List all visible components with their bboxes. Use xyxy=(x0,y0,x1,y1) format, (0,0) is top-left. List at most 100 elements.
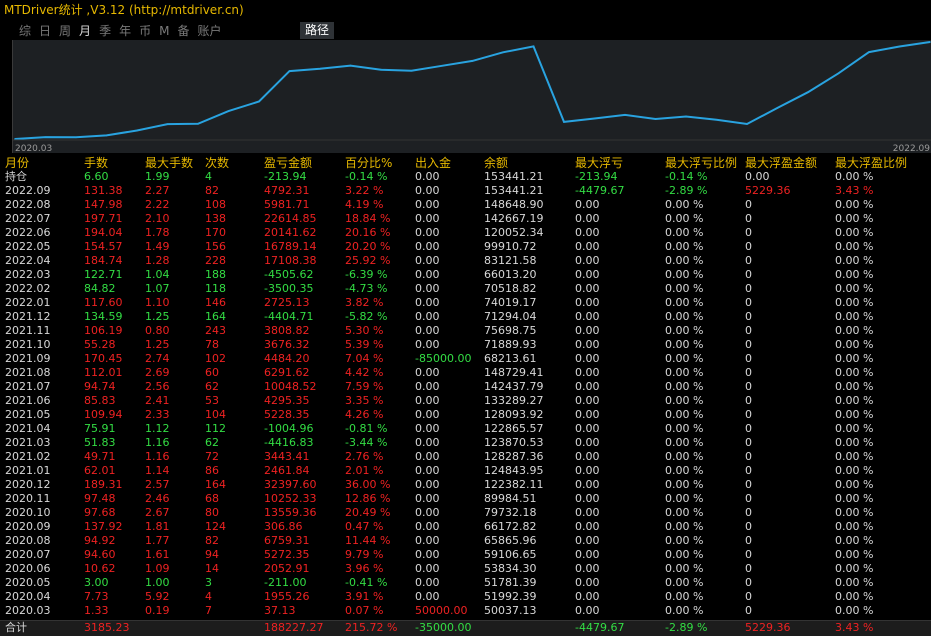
row-20-cell-1: 49.71 xyxy=(84,450,116,463)
table-row[interactable]: 2021.05 109.94 2.33 104 5228.35 4.26 % 0.00 128… xyxy=(0,408,931,422)
table-body: 持仓 6.60 1.99 4 -213.94 -0.14 % 0.00 153441.21 -2… xyxy=(0,170,931,618)
table-header: 月份 手数 最大手数 次数 盈亏金额 百分比% 出入金 余额 最大浮亏 最大浮亏比例 最大浮盈金额 最… xyxy=(0,156,931,170)
row-20-cell-8: 0.00 xyxy=(575,450,600,463)
row-22-cell-7: 122382.11 xyxy=(484,478,544,491)
table-row[interactable]: 2022.08 147.98 2.22 108 5981.71 4.19 % 0.00 148… xyxy=(0,198,931,212)
row-4-cell-1: 194.04 xyxy=(84,226,123,239)
period-tab-0[interactable]: 综 xyxy=(15,22,35,40)
table-row[interactable]: 2020.10 97.68 2.67 80 13559.36 20.49 % 0.00 797… xyxy=(0,506,931,520)
row-28-cell-0: 2020.06 xyxy=(5,562,51,575)
period-tab-9[interactable]: 账户 xyxy=(193,22,225,40)
row-15-cell-1: 94.74 xyxy=(84,380,116,393)
row-18-cell-7: 122865.57 xyxy=(484,422,544,435)
table-row[interactable]: 2020.06 10.62 1.09 14 2052.91 3.96 % 0.00 53834… xyxy=(0,562,931,576)
period-tab-3[interactable]: 月 xyxy=(75,22,95,40)
period-tab-7[interactable]: M xyxy=(155,22,173,40)
row-22-cell-10: 0 xyxy=(745,478,752,491)
table-row[interactable]: 2021.07 94.74 2.56 62 10048.52 7.59 % 0.00 1424… xyxy=(0,380,931,394)
table-row[interactable]: 2020.04 7.73 5.92 4 1955.26 3.91 % 0.00 51992.3… xyxy=(0,590,931,604)
row-1-cell-6: 0.00 xyxy=(415,184,440,197)
period-tab-1[interactable]: 日 xyxy=(35,22,55,40)
row-26-cell-4: 6759.31 xyxy=(264,534,310,547)
row-11-cell-10: 0 xyxy=(745,324,752,337)
table-row[interactable]: 2022.01 117.60 1.10 146 2725.13 3.82 % 0.00 740… xyxy=(0,296,931,310)
total-cell-1: 3185.23 xyxy=(84,621,130,634)
row-17-cell-11: 0.00 % xyxy=(835,408,874,421)
table-row[interactable]: 2021.11 106.19 0.80 243 3808.82 5.30 % 0.00 756… xyxy=(0,324,931,338)
table-row[interactable]: 2020.12 189.31 2.57 164 32397.60 36.00 % 0.00 1… xyxy=(0,478,931,492)
table-row[interactable]: 2020.11 97.48 2.46 68 10252.33 12.86 % 0.00 899… xyxy=(0,492,931,506)
header-cell-8: 最大浮亏 xyxy=(575,156,624,170)
row-9-cell-7: 74019.17 xyxy=(484,296,537,309)
row-31-cell-0: 2020.03 xyxy=(5,604,51,617)
table-row[interactable]: 2020.05 3.00 1.00 3 -211.00 -0.41 % 0.00 51781.… xyxy=(0,576,931,590)
period-tab-4[interactable]: 季 xyxy=(95,22,115,40)
row-23-cell-1: 97.48 xyxy=(84,492,116,505)
total-cell-6: -35000.00 xyxy=(415,621,472,634)
row-2-cell-7: 148648.90 xyxy=(484,198,544,211)
row-13-cell-8: 0.00 xyxy=(575,352,600,365)
balance-point-2022.07 xyxy=(868,51,870,53)
table-row[interactable]: 2021.04 75.91 1.12 112 -1004.96 -0.81 % 0.00 12… xyxy=(0,422,931,436)
row-22-cell-3: 164 xyxy=(205,478,226,491)
row-12-cell-8: 0.00 xyxy=(575,338,600,351)
row-0-cell-3: 4 xyxy=(205,170,212,183)
table-row[interactable]: 2021.02 49.71 1.16 72 3443.41 2.76 % 0.00 12828… xyxy=(0,450,931,464)
row-19-cell-11: 0.00 % xyxy=(835,436,874,449)
row-31-cell-2: 0.19 xyxy=(145,604,170,617)
balance-point-2021.12 xyxy=(654,118,657,120)
row-6-cell-4: 17108.38 xyxy=(264,254,317,267)
row-25-cell-11: 0.00 % xyxy=(835,520,874,533)
row-3-cell-5: 18.84 % xyxy=(345,212,391,225)
table-row[interactable]: 2021.12 134.59 1.25 164 -4404.71 -5.82 % 0.00 7… xyxy=(0,310,931,324)
balance-point-2022.05 xyxy=(807,91,809,93)
row-8-cell-7: 70518.82 xyxy=(484,282,537,295)
period-tab-8[interactable]: 备 xyxy=(173,22,193,40)
table-row[interactable]: 2021.03 51.83 1.16 62 -4416.83 -3.44 % 0.00 123… xyxy=(0,436,931,450)
header-cell-3: 次数 xyxy=(205,156,230,170)
period-tab-6[interactable]: 币 xyxy=(135,22,155,40)
table-row[interactable]: 2021.09 170.45 2.74 102 4484.20 7.04 % -85000.… xyxy=(0,352,931,366)
table-row[interactable]: 2020.07 94.60 1.61 94 5272.35 9.79 % 0.00 59106… xyxy=(0,548,931,562)
period-tab-5[interactable]: 年 xyxy=(115,22,135,40)
tab-path[interactable]: 路径 xyxy=(300,22,335,39)
table-row[interactable]: 2021.01 62.01 1.14 86 2461.84 2.01 % 0.00 12484… xyxy=(0,464,931,478)
table-row[interactable]: 2022.02 84.82 1.07 118 -3500.35 -4.73 % 0.00 70… xyxy=(0,282,931,296)
row-8-cell-5: -4.73 % xyxy=(345,282,388,295)
table-row[interactable]: 2020.09 137.92 1.81 124 306.86 0.47 % 0.00 6617… xyxy=(0,520,931,534)
table-row[interactable]: 2021.08 112.01 2.69 60 6291.62 4.42 % 0.00 1487… xyxy=(0,366,931,380)
table-row[interactable]: 2022.05 154.57 1.49 156 16789.14 20.20 % 0.00 9… xyxy=(0,240,931,254)
row-11-cell-4: 3808.82 xyxy=(264,324,310,337)
period-tab-2[interactable]: 周 xyxy=(55,22,75,40)
table-row[interactable]: 2022.07 197.71 2.10 138 22614.85 18.84 % 0.00 1… xyxy=(0,212,931,226)
row-3-cell-1: 197.71 xyxy=(84,212,123,225)
table-row[interactable]: 2022.06 194.04 1.78 170 20141.62 20.16 % 0.00 1… xyxy=(0,226,931,240)
row-26-cell-1: 94.92 xyxy=(84,534,116,547)
row-17-cell-5: 4.26 % xyxy=(345,408,384,421)
table-row[interactable]: 2022.09 131.38 2.27 82 4792.31 3.22 % 0.00 1534… xyxy=(0,184,931,198)
row-10-cell-2: 1.25 xyxy=(145,310,170,323)
row-16-cell-9: 0.00 % xyxy=(665,394,704,407)
balance-point-2022.02 xyxy=(715,118,718,121)
total-cell-0: 合计 xyxy=(5,621,27,634)
table-row[interactable]: 2021.06 85.83 2.41 53 4295.35 3.35 % 0.00 13328… xyxy=(0,394,931,408)
table-row[interactable]: 2020.03 1.33 0.19 7 37.13 0.07 % 50000.00 50037… xyxy=(0,604,931,618)
table-row[interactable]: 2020.08 94.92 1.77 82 6759.31 11.44 % 0.00 6586… xyxy=(0,534,931,548)
row-23-cell-3: 68 xyxy=(205,492,219,505)
stats-table: 月份 手数 最大手数 次数 盈亏金额 百分比% 出入金 余额 最大浮亏 最大浮亏比例 最大浮盈金额 最… xyxy=(0,156,931,618)
row-5-cell-4: 16789.14 xyxy=(264,240,317,253)
row-17-cell-10: 0 xyxy=(745,408,752,421)
table-row[interactable]: 2022.03 122.71 1.04 188 -4505.62 -6.39 % 0.00 6… xyxy=(0,268,931,282)
row-12-cell-11: 0.00 % xyxy=(835,338,874,351)
row-12-cell-10: 0 xyxy=(745,338,752,351)
row-20-cell-10: 0 xyxy=(745,450,752,463)
table-row[interactable]: 持仓 6.60 1.99 4 -213.94 -0.14 % 0.00 153441.21 -2… xyxy=(0,170,931,184)
row-12-cell-9: 0.00 % xyxy=(665,338,704,351)
row-8-cell-0: 2022.02 xyxy=(5,282,51,295)
table-row[interactable]: 2022.04 184.74 1.28 228 17108.38 25.92 % 0.00 8… xyxy=(0,254,931,268)
row-30-cell-0: 2020.04 xyxy=(5,590,51,603)
table-row[interactable]: 2021.10 55.28 1.25 78 3676.32 5.39 % 0.00 71889… xyxy=(0,338,931,352)
row-1-cell-10: 5229.36 xyxy=(745,184,791,197)
row-9-cell-1: 117.60 xyxy=(84,296,123,309)
balance-chart-svg: 2020.03 2022.09 xyxy=(13,41,931,153)
